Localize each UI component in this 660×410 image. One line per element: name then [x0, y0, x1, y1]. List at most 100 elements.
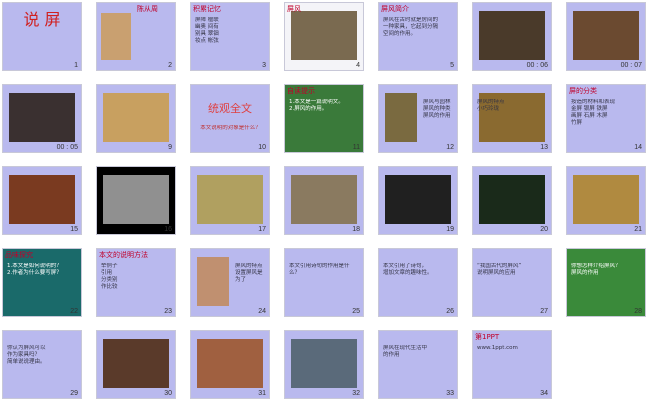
slide-thumbnail[interactable]: 31 — [190, 330, 270, 399]
slide-number: 16 — [164, 226, 172, 233]
slide-image — [103, 339, 169, 388]
slide-body-text: 按造的材料和表现 金屏 银屏 铁屏 画屏 石屏 木屏 竹屏 — [571, 99, 616, 126]
slide-title: 自读提示 — [287, 87, 315, 95]
slide-thumbnail[interactable]: 第1PPT www.1ppt.com 34 — [472, 330, 552, 399]
slide-number: 23 — [164, 308, 172, 315]
slide-body-text: 本文说明的对象是什么？ — [200, 125, 261, 131]
slide-number: 28 — [634, 308, 642, 315]
slide-number: 30 — [164, 390, 172, 397]
slide-number: 18 — [352, 226, 360, 233]
slide-thumbnail[interactable]: 20 — [472, 166, 552, 235]
slide-image — [385, 93, 417, 142]
slide-number: 2 — [168, 62, 172, 69]
slide-image — [197, 175, 263, 224]
slide-body-text: www.1ppt.com — [477, 345, 518, 351]
slide-title: 本文的说明方法 — [99, 251, 148, 259]
slide-thumbnail[interactable]: 统观全文本文说明的对象是什么？ 10 — [190, 84, 270, 153]
slide-title: 品味探究 — [5, 251, 33, 259]
slide-thumbnail[interactable]: 屏风与园林 屏风的种类 屏风的作用 12 — [378, 84, 458, 153]
slide-thumbnail[interactable]: 18 — [284, 166, 364, 235]
slide-body-text: 本文引用诗句的作用是什么？ — [289, 263, 350, 276]
slide-body-text: 1.本文是如何说明的？ 2.作者为什么要写屏？ — [7, 263, 62, 276]
slide-number: 26 — [446, 308, 454, 315]
slide-body-text: “我国古代的屏风” 说明屏风的应用 — [477, 263, 522, 276]
slide-thumbnail[interactable]: 屏的分类按造的材料和表现 金屏 银屏 铁屏 画屏 石屏 木屏 竹屏 14 — [566, 84, 646, 153]
slide-image — [291, 175, 357, 224]
slide-image — [573, 175, 639, 224]
slide-number: 00 : 07 — [620, 62, 642, 69]
slide-thumbnail[interactable]: 你想怎样介绍屏风？ 屏风的作用 28 — [566, 248, 646, 317]
slide-body-text: 1.本文是一篇说明文。 2.屏风的作用。 — [289, 99, 344, 112]
slide-number: 14 — [634, 144, 642, 151]
slide-image — [291, 11, 357, 60]
slide-thumbnail[interactable]: 30 — [96, 330, 176, 399]
slide-body-text: 你想怎样介绍屏风？ 屏风的作用 — [571, 263, 621, 276]
slide-thumbnail[interactable]: 品味探究 1.本文是如何说明的？ 2.作者为什么要写屏？ 22 — [2, 248, 82, 317]
slide-body-text: 屏风的特点 设置屏风是为了 — [235, 263, 263, 283]
slide-image — [103, 93, 169, 142]
slide-title: 陈从周 — [137, 5, 158, 13]
slide-thumbnail[interactable]: 9 — [96, 84, 176, 153]
slide-number: 19 — [446, 226, 454, 233]
slide-thumbnail[interactable]: 说 屏 1 — [2, 2, 82, 71]
slide-image — [385, 175, 451, 224]
slide-body-text: 你认为屏风可以 作为家具吗？ 简单说说理由。 — [7, 345, 46, 365]
slide-number: 4 — [356, 62, 360, 69]
slide-number: 20 — [540, 226, 548, 233]
slide-thumbnail[interactable]: 00 : 05 — [2, 84, 82, 153]
slide-thumbnail[interactable]: 本文的说明方法 举例子 引用 分类别 作比较 23 — [96, 248, 176, 317]
slide-thumbnail[interactable]: 16 — [96, 166, 176, 235]
slide-thumbnail[interactable]: 自读提示 1.本文是一篇说明文。 2.屏风的作用。 11 — [284, 84, 364, 153]
slide-number: 29 — [70, 390, 78, 397]
slide-thumbnail[interactable]: 00 : 07 — [566, 2, 646, 71]
slide-number: 17 — [258, 226, 266, 233]
slide-title: 说 屏 — [23, 11, 61, 29]
slide-body-text: 屏风与园林 屏风的种类 屏风的作用 — [423, 99, 451, 119]
slide-number: 9 — [168, 144, 172, 151]
slide-thumbnail[interactable]: 屏风简介 屏风在古时就是房间的 一种家具，它起到分隔 空间的作用。 5 — [378, 2, 458, 71]
slide-title: 屏的分类 — [569, 87, 597, 95]
slide-body-text: 屏障 楹联 幽奥 间有 别具 翠钿 妆点 帐弦 — [195, 17, 219, 44]
slide-thumbnail[interactable]: 积累记忆 屏障 楹联 幽奥 间有 别具 翠钿 妆点 帐弦 3 — [190, 2, 270, 71]
slide-image — [291, 339, 357, 388]
slide-number: 11 — [352, 144, 360, 151]
slide-thumbnail[interactable]: 32 — [284, 330, 364, 399]
slide-thumbnail[interactable]: 屏风的特点 设置屏风是为了 24 — [190, 248, 270, 317]
slide-image — [479, 11, 545, 60]
slide-title: 统观全文 — [208, 103, 252, 115]
slide-body-text: 屏风在古时就是房间的 一种家具，它起到分隔 空间的作用。 — [383, 17, 439, 37]
slide-thumbnail[interactable]: 屏风的特点 小巧玲珑 13 — [472, 84, 552, 153]
slide-number: 00 : 06 — [526, 62, 548, 69]
slide-number: 13 — [540, 144, 548, 151]
slide-number: 22 — [70, 308, 78, 315]
slide-thumbnail[interactable]: 屏风在现代生活中 的作用 33 — [378, 330, 458, 399]
slide-image — [573, 11, 639, 60]
slide-thumbnail[interactable]: 本文引用诗句的作用是什么？ 25 — [284, 248, 364, 317]
slide-thumbnail[interactable]: 19 — [378, 166, 458, 235]
slide-thumbnail[interactable]: 00 : 06 — [472, 2, 552, 71]
slide-thumbnail[interactable]: 21 — [566, 166, 646, 235]
slide-thumbnail[interactable]: 本文引用了诗句， 增加文章的趣味性。 26 — [378, 248, 458, 317]
slide-number: 12 — [446, 144, 454, 151]
slide-sorter-grid: 说 屏 1 陈从周 2 积累记忆 屏障 楹联 幽奥 间有 别具 翠钿 妆点 帐弦 3 屏风 4 屏… — [0, 0, 660, 410]
slide-thumbnail[interactable]: 17 — [190, 166, 270, 235]
slide-number: 15 — [70, 226, 78, 233]
slide-number: 10 — [258, 144, 266, 151]
slide-body-text: 屏风的特点 小巧玲珑 — [477, 99, 505, 112]
slide-number: 34 — [540, 390, 548, 397]
slide-thumbnail[interactable]: 陈从周 2 — [96, 2, 176, 71]
slide-image — [479, 175, 545, 224]
slide-body-text: 本文引用了诗句， 增加文章的趣味性。 — [383, 263, 433, 276]
slide-image — [103, 175, 169, 224]
slide-thumbnail[interactable]: “我国古代的屏风” 说明屏风的应用 27 — [472, 248, 552, 317]
slide-number: 33 — [446, 390, 454, 397]
slide-number: 25 — [352, 308, 360, 315]
slide-title: 屏风简介 — [381, 5, 409, 13]
slide-thumbnail[interactable]: 屏风 4 — [284, 2, 364, 71]
slide-thumbnail[interactable]: 15 — [2, 166, 82, 235]
slide-image — [9, 175, 75, 224]
slide-number: 32 — [352, 390, 360, 397]
slide-thumbnail[interactable]: 你认为屏风可以 作为家具吗？ 简单说说理由。 29 — [2, 330, 82, 399]
slide-number: 1 — [74, 62, 78, 69]
slide-title: 积累记忆 — [193, 5, 221, 13]
